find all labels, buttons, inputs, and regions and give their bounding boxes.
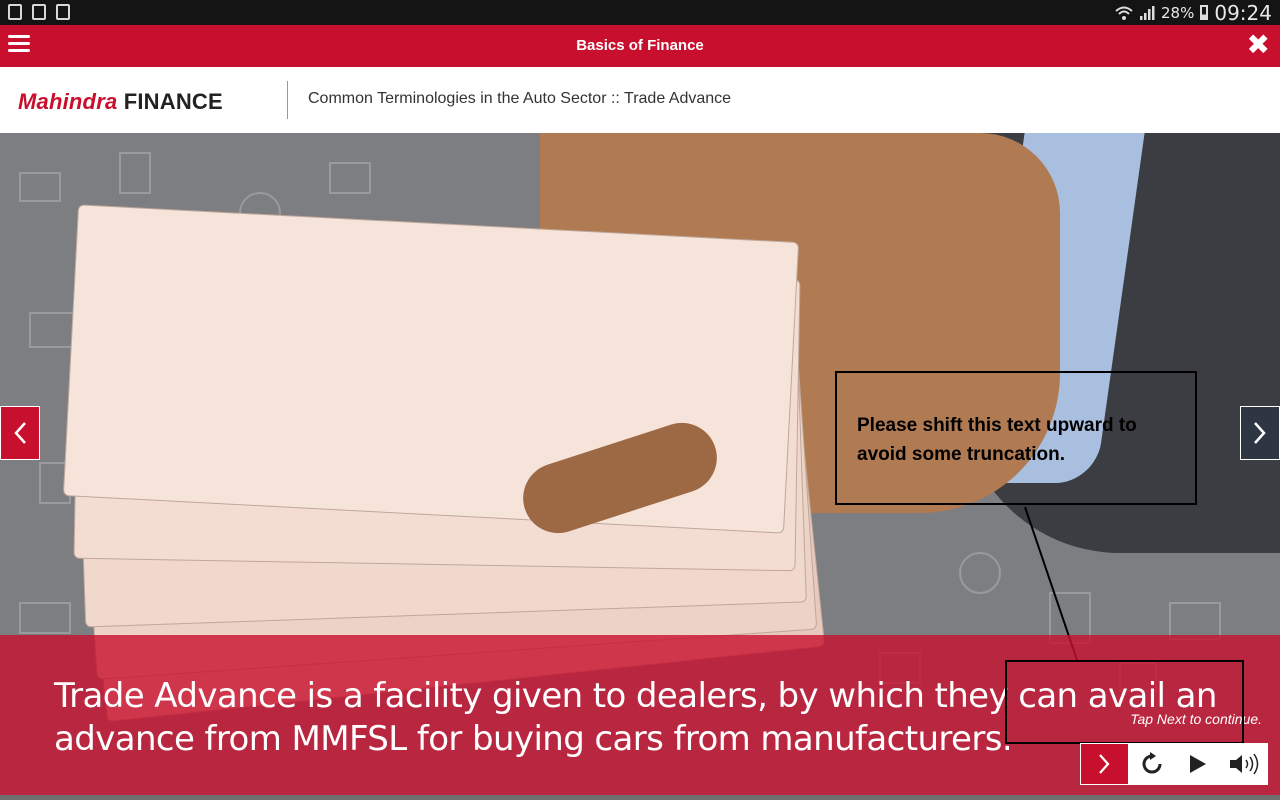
app-header: Basics of Finance ✖ <box>0 25 1280 67</box>
battery-percent: 28% <box>1161 3 1195 22</box>
notification-icon <box>8 4 22 20</box>
bottom-strip <box>0 795 1280 800</box>
battery-icon <box>1200 5 1209 20</box>
status-right: 28% 09:24 <box>1115 0 1272 25</box>
course-title: Basics of Finance <box>576 37 704 54</box>
divider <box>287 81 288 119</box>
wifi-icon <box>1115 6 1133 20</box>
breadcrumb: Common Terminologies in the Auto Sector … <box>308 90 732 107</box>
play-icon <box>1190 755 1207 773</box>
replay-icon <box>1142 752 1162 774</box>
sim-icon <box>32 4 46 20</box>
brand-bar: Mahindra FINANCE Common Terminologies in… <box>0 67 1280 133</box>
mahindra-finance-logo: Mahindra FINANCE <box>18 89 223 114</box>
volume-icon <box>1229 753 1258 775</box>
slide-stage: Please shift this text upward to avoid s… <box>0 133 1280 800</box>
replay-button[interactable] <box>1129 743 1176 785</box>
status-bar: 28% 09:24 <box>0 0 1280 25</box>
signal-icon <box>1140 5 1155 20</box>
clock: 09:24 <box>1214 0 1272 25</box>
close-icon[interactable]: ✖ <box>1247 30 1270 60</box>
player-controls <box>1080 743 1268 785</box>
next-button[interactable] <box>1080 743 1129 785</box>
volume-button[interactable] <box>1222 743 1269 785</box>
next-icon <box>1099 754 1110 774</box>
status-notification-icons <box>8 4 70 20</box>
play-button[interactable] <box>1175 743 1222 785</box>
truncation-highlight-box <box>1005 660 1244 744</box>
image-icon <box>56 4 70 20</box>
